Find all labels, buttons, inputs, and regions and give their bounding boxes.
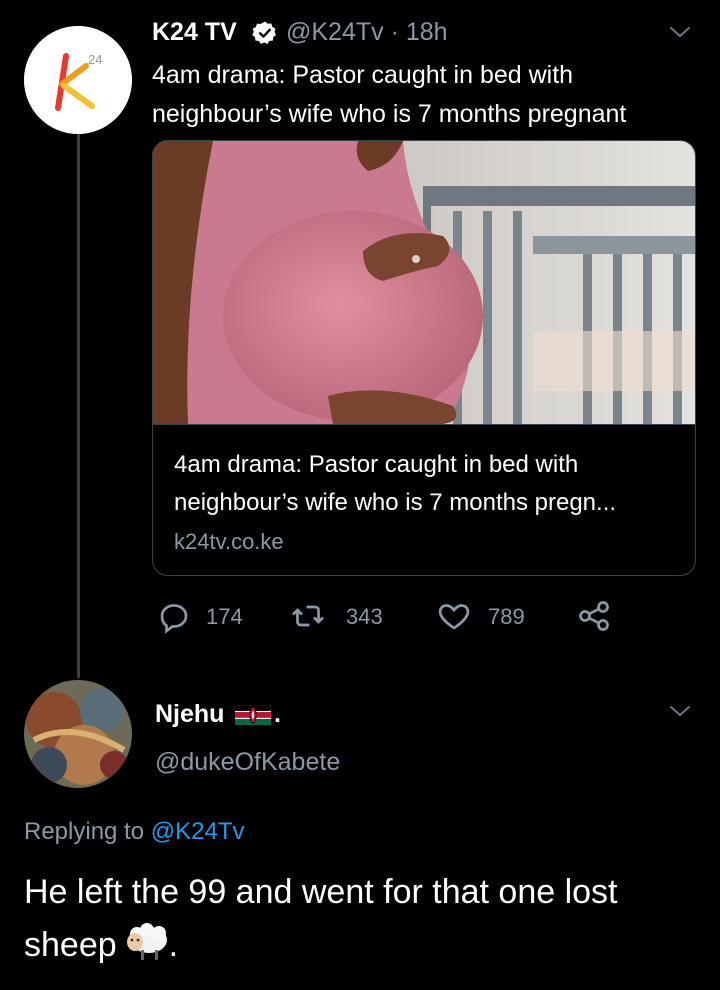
k24-logo-icon: 24 bbox=[24, 26, 132, 134]
author-handle-time: @K24Tv · 18h bbox=[286, 18, 448, 47]
reply-text-period: . bbox=[168, 926, 179, 964]
author-handle[interactable]: @K24Tv bbox=[286, 18, 384, 46]
card-domain: k24tv.co.ke bbox=[174, 529, 284, 554]
chevron-down-icon[interactable] bbox=[668, 24, 692, 40]
reply-count: 174 bbox=[206, 604, 243, 629]
card-title: 4am drama: Pastor caught in bed with nei… bbox=[174, 451, 617, 516]
replying-prefix: Replying to bbox=[24, 818, 145, 845]
tweet-time[interactable]: 18h bbox=[406, 18, 448, 46]
reply-author-name[interactable]: Njehu bbox=[155, 700, 224, 729]
verified-badge-icon bbox=[252, 21, 277, 44]
tweet-text: 4am drama: Pastor caught in bed with nei… bbox=[152, 61, 627, 128]
card-image bbox=[153, 141, 695, 424]
sheep-emoji-icon bbox=[126, 923, 167, 960]
reply-author-handle[interactable]: @dukeOfKabete bbox=[155, 748, 340, 777]
link-card[interactable]: 4am drama: Pastor caught in bed with nei… bbox=[152, 140, 696, 576]
card-divider bbox=[153, 424, 695, 425]
kenya-flag-icon bbox=[235, 705, 271, 725]
chevron-down-icon[interactable] bbox=[668, 703, 692, 719]
reply-text-block: He left the 99 and went for that one los… bbox=[24, 866, 704, 972]
like-count: 789 bbox=[488, 604, 525, 629]
replying-to-line: Replying to @K24Tv bbox=[24, 818, 244, 846]
like-heart-icon[interactable] bbox=[436, 598, 472, 634]
retweet-count: 343 bbox=[346, 604, 383, 629]
author-name[interactable]: K24 TV bbox=[152, 18, 237, 47]
svg-text:24: 24 bbox=[88, 52, 102, 67]
njehu-avatar[interactable] bbox=[24, 680, 132, 788]
separator-dot: · bbox=[390, 18, 399, 46]
share-icon[interactable] bbox=[576, 598, 612, 634]
k24-avatar[interactable]: 24 bbox=[24, 26, 132, 134]
reply-text: He left the 99 and went for that one los… bbox=[24, 873, 618, 964]
name-suffix: . bbox=[274, 700, 281, 728]
retweet-icon[interactable] bbox=[290, 598, 326, 634]
avatar-image bbox=[24, 680, 132, 788]
reply-icon[interactable] bbox=[156, 598, 192, 634]
replying-mention-link[interactable]: @K24Tv bbox=[151, 818, 245, 845]
thread-connector-line bbox=[77, 134, 80, 678]
